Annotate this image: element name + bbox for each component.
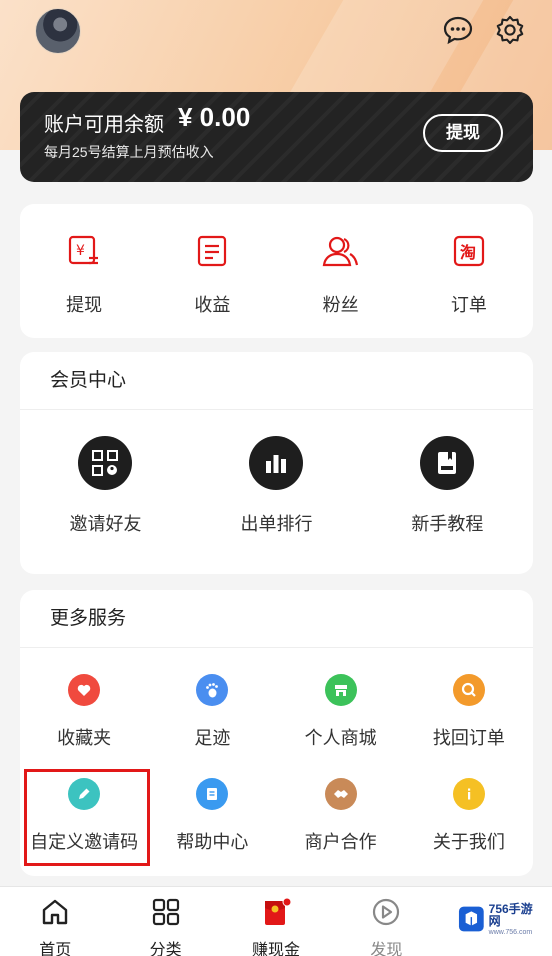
balance-card: 账户可用余额 ¥ 0.00 每月25号结算上月预估收入 提现 — [20, 92, 533, 182]
service-favorites[interactable]: 收藏夹 — [20, 674, 148, 750]
footprint-icon — [196, 674, 229, 706]
quick-action-withdraw[interactable]: ¥ 提现 — [20, 234, 148, 317]
gear-icon[interactable] — [494, 14, 526, 46]
taobao-icon: 淘 — [453, 235, 484, 267]
user-avatar[interactable] — [35, 8, 81, 54]
tab-label: 首页 — [39, 942, 72, 956]
book-icon — [420, 436, 475, 490]
handshake-icon — [324, 778, 357, 810]
service-merchant-cooperation[interactable]: 商户合作 — [277, 778, 405, 854]
tab-discover[interactable]: 发现 — [331, 887, 441, 956]
highlight-box — [24, 769, 150, 866]
quick-action-label: 订单 — [450, 295, 487, 315]
service-footprints[interactable]: 足迹 — [148, 674, 276, 750]
heart-icon — [68, 674, 101, 706]
member-item-label: 出单排行 — [240, 514, 313, 534]
quick-action-label: 粉丝 — [322, 295, 359, 315]
quick-action-fans[interactable]: 粉丝 — [277, 234, 405, 317]
member-order-ranking[interactable]: 出单排行 — [191, 436, 362, 536]
quick-action-orders[interactable]: 淘 订单 — [405, 234, 533, 317]
watermark-sub: www.756.com — [488, 928, 533, 936]
member-center-card: 会员中心 邀请好友 出单排行 新手教程 — [20, 352, 533, 574]
info-icon — [452, 778, 485, 810]
withdraw-button[interactable]: 提现 — [423, 114, 503, 152]
service-label: 足迹 — [194, 728, 231, 748]
watermark-text: 756手游网 — [488, 901, 533, 928]
tab-earn-cash[interactable]: 赚现金 — [221, 887, 331, 956]
tab-label: 发现 — [370, 942, 403, 956]
service-help-center[interactable]: 帮助中心 — [148, 778, 276, 854]
grid-icon — [152, 898, 179, 926]
balance-subtitle: 每月25号结算上月预估收入 — [44, 144, 214, 160]
member-center-title: 会员中心 — [20, 352, 533, 410]
member-invite-friends[interactable]: 邀请好友 — [20, 436, 191, 536]
shop-icon — [324, 674, 357, 706]
service-label: 找回订单 — [432, 728, 505, 748]
doc-icon — [196, 778, 229, 810]
quick-action-earnings[interactable]: 收益 — [148, 234, 276, 317]
more-services-title: 更多服务 — [20, 590, 533, 648]
yuan-icon: ¥ — [69, 235, 99, 265]
quick-action-label: 提现 — [66, 295, 103, 315]
qr-code-icon — [78, 436, 133, 490]
quick-action-label: 收益 — [194, 295, 231, 315]
service-label: 个人商城 — [304, 728, 377, 748]
users-icon — [322, 236, 358, 267]
member-item-label: 邀请好友 — [69, 514, 142, 534]
chat-bubble-icon[interactable] — [442, 14, 474, 46]
play-icon — [373, 898, 400, 926]
tab-category[interactable]: 分类 — [110, 887, 220, 956]
balance-label: 账户可用余额 — [44, 114, 164, 136]
quick-actions-card: ¥ 提现 收益 粉丝 淘 订单 — [20, 204, 533, 338]
service-label: 商户合作 — [304, 832, 377, 852]
service-label: 关于我们 — [432, 832, 505, 852]
service-label: 收藏夹 — [57, 728, 112, 748]
service-label: 帮助中心 — [176, 832, 249, 852]
document-icon — [198, 235, 227, 267]
service-recover-order[interactable]: 找回订单 — [405, 674, 533, 750]
service-about-us[interactable]: 关于我们 — [405, 778, 533, 854]
search-icon — [452, 674, 485, 706]
tab-label: 分类 — [149, 942, 182, 956]
svg-text:淘: 淘 — [460, 243, 476, 262]
home-icon — [43, 899, 68, 925]
service-personal-shop[interactable]: 个人商城 — [277, 674, 405, 750]
watermark-logo: 756手游网 www.756.com — [458, 902, 542, 936]
member-tutorial[interactable]: 新手教程 — [362, 436, 533, 536]
red-packet-icon — [265, 897, 292, 925]
balance-amount: ¥ 0.00 — [178, 102, 251, 132]
tab-label: 赚现金 — [252, 942, 301, 956]
svg-text:¥: ¥ — [76, 243, 85, 259]
tab-home[interactable]: 首页 — [0, 887, 110, 956]
cube-logo-icon — [458, 906, 484, 932]
bar-chart-icon — [249, 436, 304, 490]
member-item-label: 新手教程 — [411, 514, 484, 534]
